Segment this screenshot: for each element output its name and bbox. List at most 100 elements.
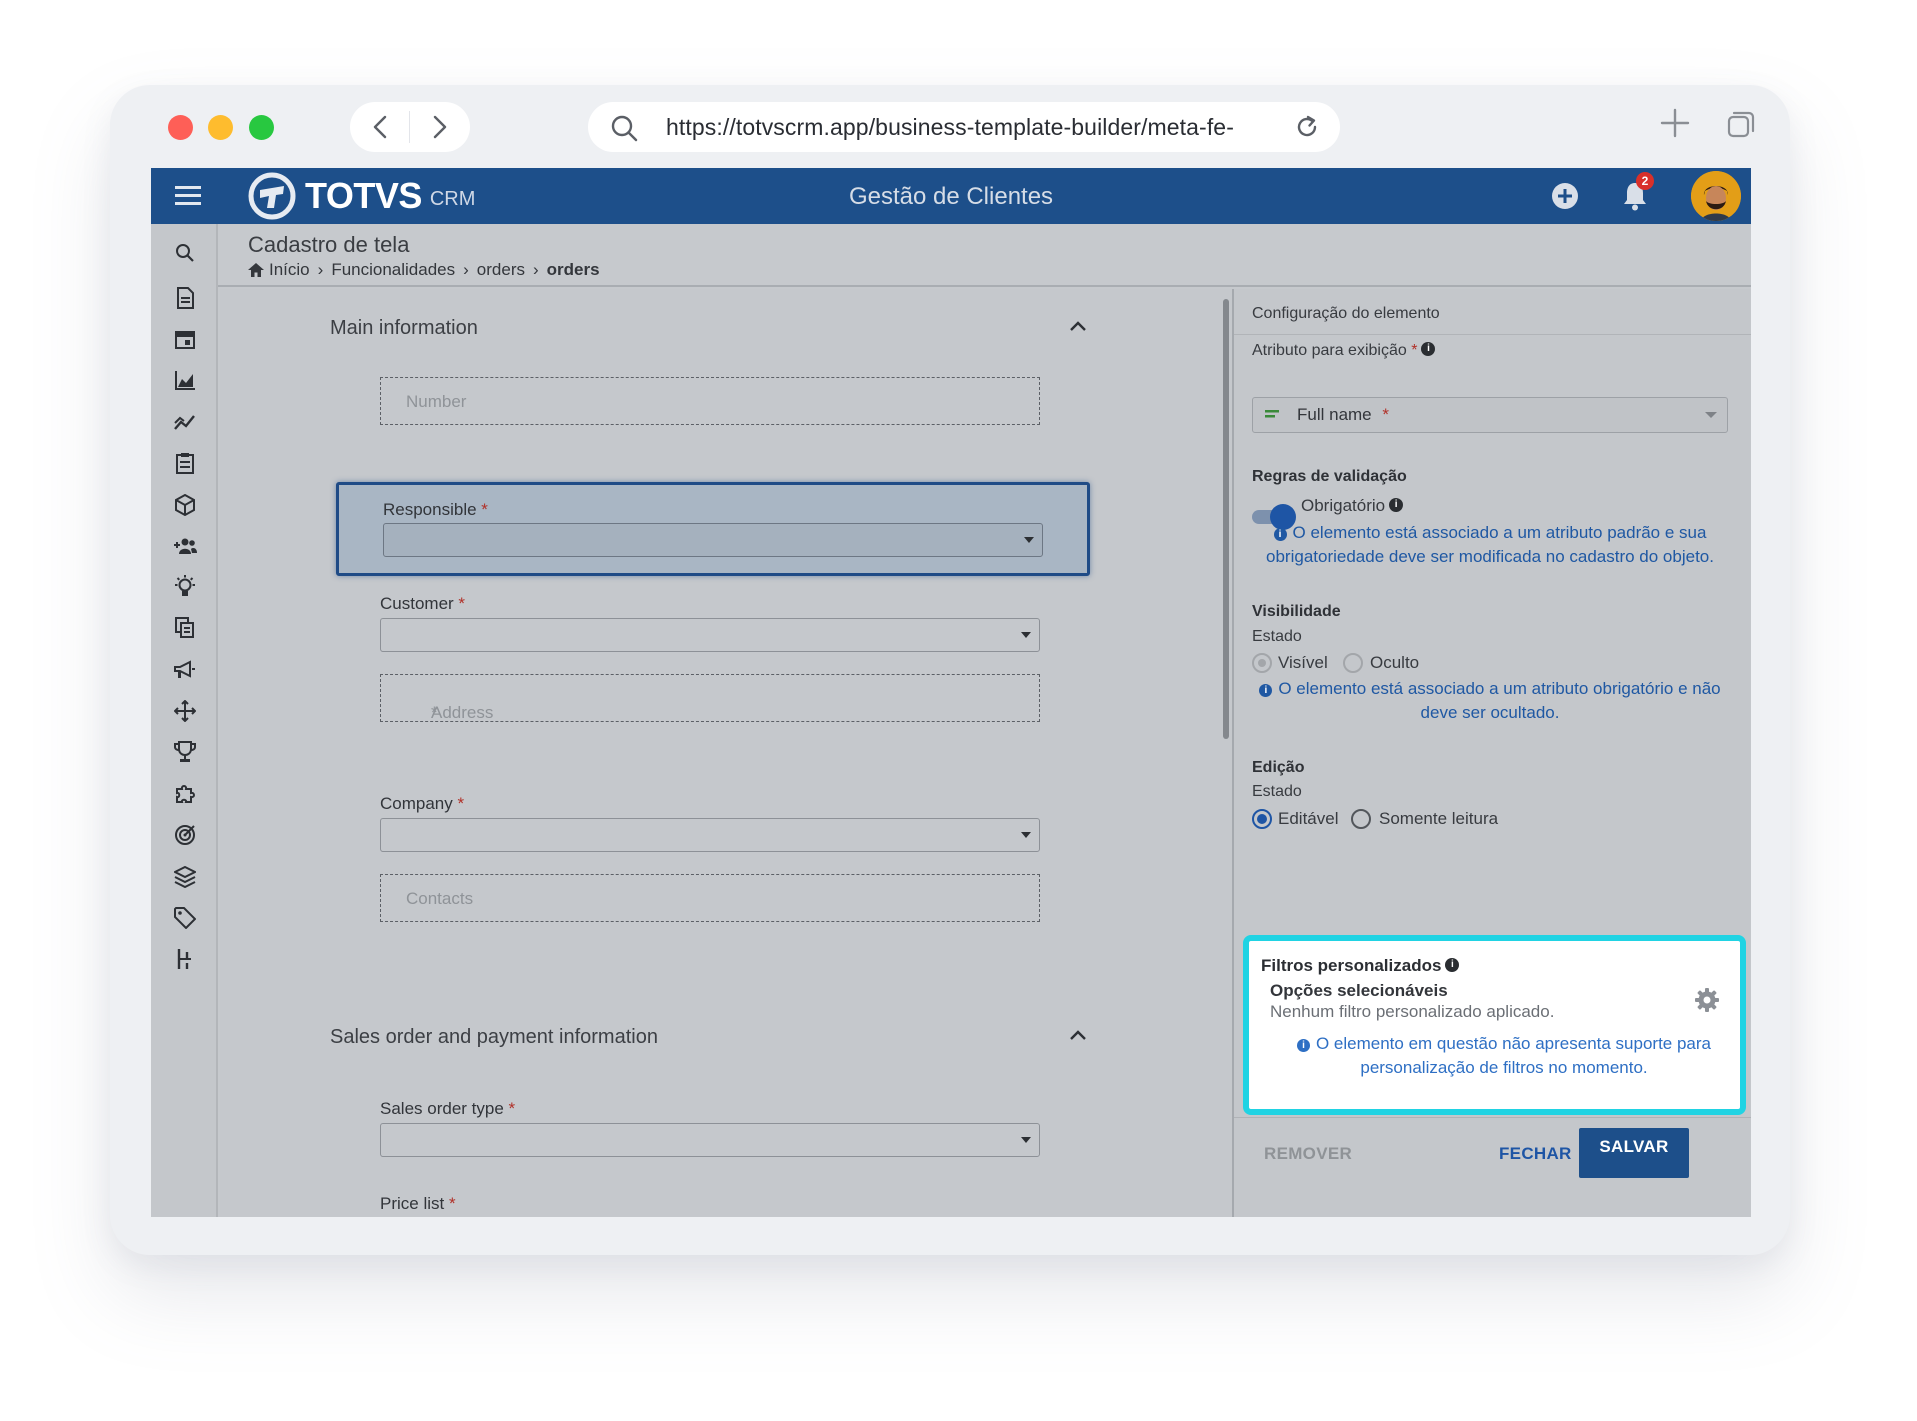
breadcrumb-orders[interactable]: orders xyxy=(477,260,525,280)
text-field-icon xyxy=(1265,410,1279,418)
required-toggle-label: Obrigatório i xyxy=(1301,496,1404,516)
gear-icon[interactable] xyxy=(1694,987,1720,1013)
chevron-right-icon xyxy=(433,115,447,139)
breadcrumb-current: orders xyxy=(546,260,600,279)
editable-radio[interactable] xyxy=(1252,809,1272,829)
layers-icon[interactable] xyxy=(172,864,198,890)
info-icon[interactable]: i xyxy=(1389,498,1404,512)
display-attribute-label: Atributo para exibição * i xyxy=(1252,342,1436,360)
readonly-radio[interactable] xyxy=(1351,809,1371,829)
history-nav xyxy=(350,102,470,152)
save-button[interactable]: SALVAR xyxy=(1579,1128,1689,1178)
caret-down-icon xyxy=(1021,1137,1031,1143)
chevron-up-icon[interactable] xyxy=(1070,321,1086,331)
info-icon[interactable]: i xyxy=(1421,342,1436,356)
copy-icon[interactable] xyxy=(172,615,198,641)
caret-down-icon xyxy=(1021,632,1031,638)
trophy-icon[interactable] xyxy=(172,739,198,765)
responsible-field-selected[interactable]: Responsible * xyxy=(336,482,1090,576)
info-icon: i xyxy=(1259,684,1273,697)
info-icon[interactable]: i xyxy=(1445,958,1460,972)
visible-option-label: Visível xyxy=(1278,653,1328,672)
visible-radio[interactable] xyxy=(1252,653,1272,673)
sidebar xyxy=(151,224,218,1217)
close-button[interactable]: FECHAR xyxy=(1499,1144,1572,1164)
search-icon xyxy=(611,115,638,142)
custom-filters-title: Filtros personalizados i xyxy=(1261,956,1460,976)
filters-note: iO elemento em questão não apresenta sup… xyxy=(1269,1032,1739,1080)
document-icon[interactable] xyxy=(172,285,198,311)
search-icon[interactable] xyxy=(172,240,198,266)
reload-icon[interactable] xyxy=(1294,114,1320,140)
company-select[interactable] xyxy=(380,818,1040,852)
no-filters-text: Nenhum filtro personalizado aplicado. xyxy=(1270,1002,1555,1021)
scrollbar[interactable] xyxy=(1220,289,1232,1217)
forward-button[interactable] xyxy=(410,102,470,152)
chevron-right-icon: › xyxy=(532,260,539,279)
breadcrumb-funcionalidades[interactable]: Funcionalidades xyxy=(331,260,455,280)
breadcrumb-home[interactable]: Início xyxy=(269,260,310,280)
validation-rules-title: Regras de validação xyxy=(1252,468,1407,485)
target-icon[interactable] xyxy=(172,822,198,848)
tabs-overview-icon[interactable] xyxy=(1727,110,1755,138)
back-button[interactable] xyxy=(350,102,410,152)
chevron-right-icon: › xyxy=(317,260,324,279)
add-circle-icon[interactable] xyxy=(1551,182,1579,210)
visibility-note: iO elemento está associado a um atributo… xyxy=(1252,677,1728,725)
responsible-select[interactable] xyxy=(383,523,1043,557)
area-chart-icon[interactable] xyxy=(172,367,198,393)
app-title: Gestão de Clientes xyxy=(848,183,1054,210)
url-text[interactable]: https://totvscrm.app/business-template-b… xyxy=(666,114,1266,141)
panel-heading: Configuração do elemento xyxy=(1252,305,1440,322)
caret-down-icon xyxy=(1024,537,1034,543)
scroll-thumb[interactable] xyxy=(1223,299,1229,739)
validation-note: iO elemento está associado a um atributo… xyxy=(1266,523,1714,566)
section-title-main-information: Main information xyxy=(330,317,478,339)
display-attribute-select[interactable]: Full name * xyxy=(1252,397,1728,433)
lightbulb-icon[interactable] xyxy=(172,574,198,600)
address-field[interactable]: Address * xyxy=(380,674,1040,722)
chevron-left-icon xyxy=(373,115,387,139)
top-bar: TOTVS CRM Gestão de Clientes 2 xyxy=(151,168,1751,224)
app-viewport: TOTVS CRM Gestão de Clientes 2 Cadastro xyxy=(151,168,1751,1217)
display-attribute-value: Full name * xyxy=(1297,405,1389,424)
page-title: Cadastro de tela xyxy=(248,232,410,257)
panel-footer: REMOVER FECHAR SALVAR xyxy=(1234,1117,1751,1217)
user-avatar-icon xyxy=(1691,171,1741,221)
trend-icon[interactable] xyxy=(172,409,198,435)
customer-select[interactable] xyxy=(380,618,1040,652)
visibility-state-label: Estado xyxy=(1252,628,1302,645)
remove-button[interactable]: REMOVER xyxy=(1264,1144,1352,1164)
workflow-icon[interactable] xyxy=(172,946,198,972)
sales-order-type-label: Sales order type * xyxy=(380,1099,516,1118)
sales-order-type-select[interactable] xyxy=(380,1123,1040,1157)
add-group-icon[interactable] xyxy=(172,533,198,559)
clipboard-icon[interactable] xyxy=(172,450,198,476)
megaphone-icon[interactable] xyxy=(172,657,198,683)
new-tab-icon[interactable] xyxy=(1660,108,1690,138)
puzzle-icon[interactable] xyxy=(172,781,198,807)
visibility-title: Visibilidade xyxy=(1252,603,1341,620)
contacts-field[interactable]: Contacts xyxy=(380,874,1040,922)
caret-down-icon xyxy=(1705,412,1717,418)
hidden-radio[interactable] xyxy=(1343,653,1363,673)
home-icon[interactable] xyxy=(248,263,264,277)
minimize-window-button[interactable] xyxy=(208,115,233,140)
avatar[interactable] xyxy=(1691,171,1741,221)
maximize-window-button[interactable] xyxy=(249,115,274,140)
company-label: Company * xyxy=(380,794,465,813)
info-icon: i xyxy=(1273,528,1287,541)
box-icon[interactable] xyxy=(172,492,198,518)
price-list-label: Price list * xyxy=(380,1194,456,1213)
divider xyxy=(1234,334,1751,335)
chevron-right-icon: › xyxy=(463,260,469,279)
address-bar[interactable]: https://totvscrm.app/business-template-b… xyxy=(588,102,1340,152)
number-field[interactable]: Number xyxy=(380,377,1040,425)
custom-filters-card: Filtros personalizados i Opções selecioná… xyxy=(1243,935,1746,1115)
tag-icon[interactable] xyxy=(172,905,198,931)
calendar-icon[interactable] xyxy=(172,326,198,352)
move-icon[interactable] xyxy=(172,698,198,724)
chevron-up-icon[interactable] xyxy=(1070,1030,1086,1040)
caret-down-icon xyxy=(1021,832,1031,838)
close-window-button[interactable] xyxy=(168,115,193,140)
